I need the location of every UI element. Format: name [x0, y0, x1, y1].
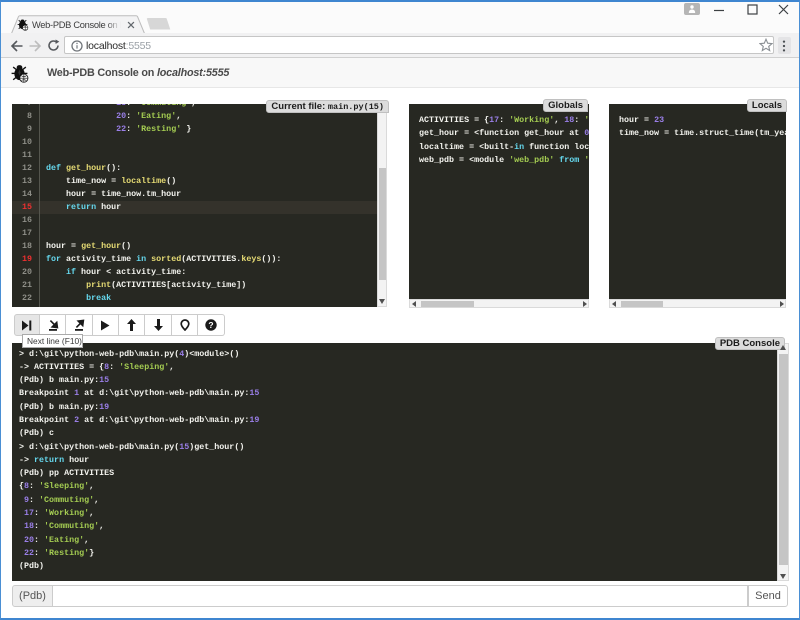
svg-text:?: ? — [208, 320, 213, 330]
